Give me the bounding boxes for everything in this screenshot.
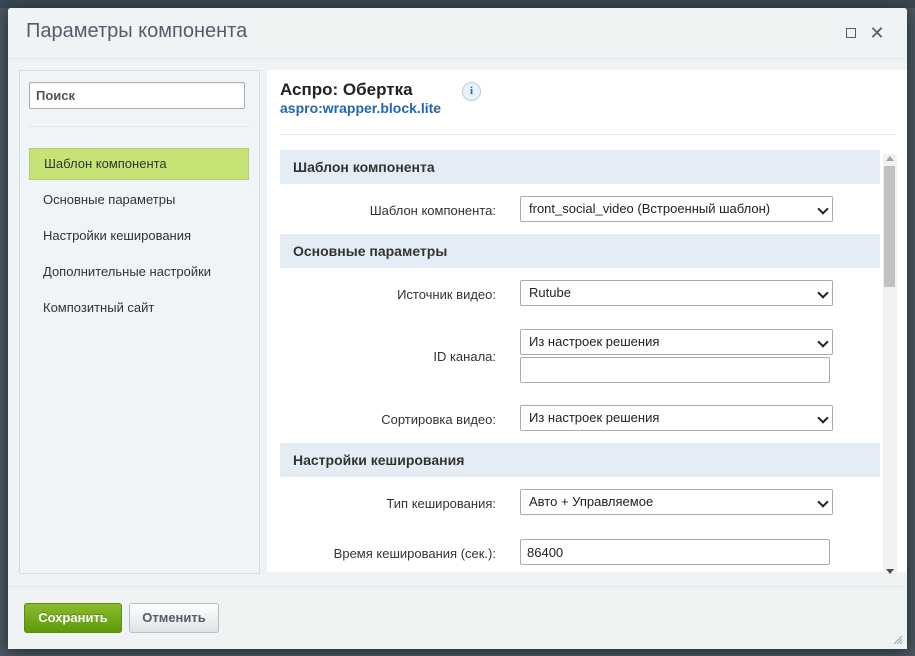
channel-id-input[interactable] bbox=[520, 357, 830, 383]
video-sort-select[interactable]: Из настроек решения bbox=[520, 405, 833, 431]
cache-type-value: Авто + Управляемое bbox=[529, 494, 654, 509]
chevron-down-icon bbox=[817, 336, 829, 348]
divider bbox=[29, 126, 250, 127]
divider bbox=[280, 134, 895, 135]
cancel-button[interactable]: Отменить bbox=[129, 603, 219, 633]
sidebar-item-extra[interactable]: Дополнительные настройки bbox=[29, 256, 249, 288]
search-input[interactable] bbox=[29, 82, 245, 109]
cache-time-label: Время кеширования (сек.): bbox=[333, 546, 496, 561]
video-source-label: Источник видео: bbox=[397, 287, 496, 302]
dialog-titlebar[interactable]: Параметры компонента ✕ bbox=[8, 8, 907, 59]
video-source-select[interactable]: Rutube bbox=[520, 280, 833, 306]
chevron-down-icon bbox=[817, 496, 829, 508]
chevron-down-icon bbox=[817, 203, 829, 215]
component-title: Аспро: Обертка bbox=[280, 80, 413, 99]
sidebar-item-template[interactable]: Шаблон компонента bbox=[29, 148, 249, 180]
sidebar-item-main-params[interactable]: Основные параметры bbox=[29, 184, 249, 216]
chevron-down-icon bbox=[817, 287, 829, 299]
sidebar-item-composite[interactable]: Композитный сайт bbox=[29, 292, 249, 324]
sidebar-nav: Шаблон компонента Основные параметры Нас… bbox=[29, 148, 249, 328]
template-label: Шаблон компонента: bbox=[369, 203, 496, 218]
maximize-icon[interactable] bbox=[842, 24, 860, 42]
resize-handle-icon[interactable] bbox=[893, 635, 903, 645]
parameters-list[interactable]: Шаблон компонента Шаблон компонента: fro… bbox=[280, 150, 880, 573]
component-parameters-dialog: Параметры компонента ✕ Шаблон компонента… bbox=[8, 8, 907, 649]
component-code: aspro:wrapper.block.lite bbox=[280, 100, 442, 116]
save-button[interactable]: Сохранить bbox=[24, 603, 122, 633]
cache-type-select[interactable]: Авто + Управляемое bbox=[520, 489, 833, 515]
parameters-panel: Аспро: Обертка aspro:wrapper.block.lite … bbox=[267, 70, 907, 572]
cache-type-label: Тип кеширования: bbox=[386, 496, 496, 511]
scrollbar-thumb[interactable] bbox=[884, 166, 895, 287]
info-icon[interactable]: i bbox=[462, 82, 481, 101]
sidebar: Шаблон компонента Основные параметры Нас… bbox=[19, 70, 260, 574]
section-heading-main: Основные параметры bbox=[280, 234, 880, 268]
close-icon[interactable]: ✕ bbox=[868, 24, 886, 42]
section-heading-template: Шаблон компонента bbox=[280, 150, 880, 184]
background-page bbox=[0, 0, 915, 8]
dialog-title: Параметры компонента bbox=[26, 20, 248, 42]
video-sort-value: Из настроек решения bbox=[529, 410, 660, 425]
cache-time-input[interactable] bbox=[520, 539, 830, 565]
sidebar-item-cache[interactable]: Настройки кеширования bbox=[29, 220, 249, 252]
channel-id-select-value: Из настроек решения bbox=[529, 334, 660, 349]
channel-id-label: ID канала: bbox=[433, 349, 496, 364]
template-select-value: front_social_video (Встроенный шаблон) bbox=[529, 201, 771, 216]
dialog-footer: Сохранить Отменить bbox=[8, 586, 907, 649]
scrollbar[interactable] bbox=[883, 154, 897, 578]
scroll-up-arrow-icon[interactable] bbox=[886, 156, 894, 161]
channel-id-select[interactable]: Из настроек решения bbox=[520, 329, 833, 355]
template-select[interactable]: front_social_video (Встроенный шаблон) bbox=[520, 196, 833, 222]
video-sort-label: Сортировка видео: bbox=[381, 412, 496, 427]
section-heading-cache: Настройки кеширования bbox=[280, 443, 880, 477]
scroll-down-arrow-icon[interactable] bbox=[886, 569, 894, 574]
video-source-value: Rutube bbox=[529, 285, 571, 300]
chevron-down-icon bbox=[817, 412, 829, 424]
